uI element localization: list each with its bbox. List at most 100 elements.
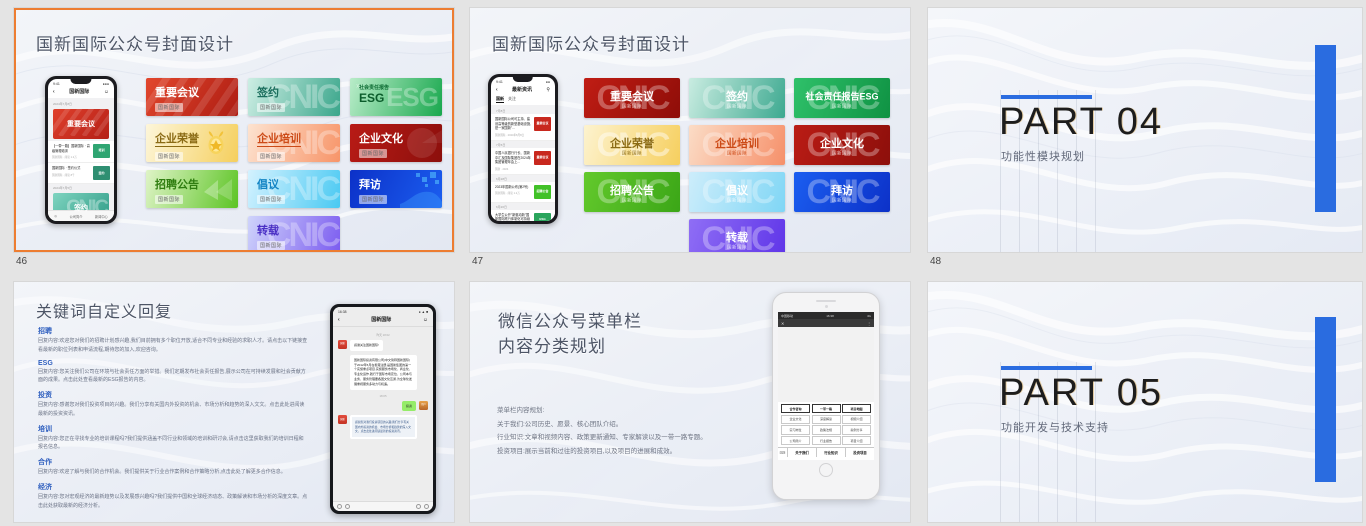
menu-icon[interactable] [345,504,350,509]
cover-card-signing[interactable]: CNIC 签约 国新国际 [689,78,785,118]
cover-card-initiative[interactable]: CNIC 倡议 国新国际 [689,172,785,212]
menu-tab-projects[interactable]: 投资项目 [845,448,874,458]
news-thumbnail: 重要会议 [534,117,551,131]
cover-card-training[interactable]: CNIC 企业培训 国新国际 [248,124,340,162]
slide-thumbnail-47[interactable]: 国新国际公众号封面设计 9:41 ●● ‹ 最新资讯 ⚲ 国新 关注 7月8日 … [470,8,910,267]
keyword-list: 招聘 回复内容:欢迎您对我们的招聘计划感兴趣,我们目前拥有多个职位开放,适合不同… [38,326,308,515]
part-subtitle: 功能性模块规划 [1001,151,1085,163]
menu-tab-about[interactable]: 关于我们 [787,448,816,458]
news-date: 7月5日 [496,142,506,147]
news-list-item[interactable]: 中国人民银行行长、国新中汇及国际集团在2024年集团管理年会上... 国新 · … [491,147,555,175]
menu-item[interactable]: 视频介绍 [842,414,871,424]
card-title: 签约 [257,87,279,99]
carrier-label: 中国移动 [781,313,794,318]
phone-notch [70,79,92,84]
cover-card-repost[interactable]: CNIC 转载 国新国际 [689,219,785,252]
card-subtitle: 国新国际 [727,103,747,109]
cover-card-visit[interactable]: CNIC 拜访 国新国际 [794,172,890,212]
cover-card-culture[interactable]: 企业文化 国新国际 [350,124,442,162]
news-list-item[interactable]: 国新国际 · 签约仪式 国新国际 · 阅读 8千 签约 [48,163,114,185]
cover-card-esg[interactable]: CNIC 社会责任报告ESG 国新国际 [794,78,890,118]
cover-card-meeting[interactable]: 重要会议 国新国际 [146,78,238,116]
back-icon[interactable]: ‹ [53,89,55,95]
menu-item[interactable]: 案例分享 [842,425,871,435]
news-date: 6月28日 [496,176,508,181]
phone-notch [512,77,534,82]
card-title: 转载 [726,231,748,244]
emoji-icon[interactable] [416,504,421,509]
keyword-heading: ESG [38,359,53,367]
plus-icon[interactable] [424,504,429,509]
card-title: 招聘公告 [610,184,654,197]
avatar: 国新 [338,415,347,425]
menu-panel: 合作咨询 一带一路 项目地图 企业文化 深度解读 视频介绍 实习岗位 政策法规 … [778,402,874,446]
profile-icon[interactable]: ☺ [104,89,109,95]
menu-item[interactable]: 行业报告 [811,436,841,446]
chat-input-bar[interactable] [333,501,433,511]
nav-title: 最新资讯 [511,87,532,93]
close-icon[interactable]: ✕ [781,321,784,326]
cover-card-grid: CNIC 重要会议 国新国际 CNIC 签约 国新国际 CNIC 社会责任报告E… [584,78,894,252]
news-date: 2024年7月5日 [53,186,73,191]
cover-card-honor[interactable]: CNIC 企业荣誉 国新国际 [584,125,680,165]
back-icon[interactable]: ‹ [338,317,340,323]
hero-card-meeting[interactable]: 重要会议 [53,109,109,139]
body-line: 投资项目:展示当前和过往的投资项目,以及项目的进展和成效。 [497,447,677,455]
cover-card-signing[interactable]: CNIC 签约 国新国际 [248,78,340,116]
avatar: 用户 [419,400,428,410]
back-icon[interactable]: ‹ [496,87,498,93]
card-subtitle: 国新国际 [257,152,286,161]
cover-card-training[interactable]: CNIC 企业培训 国新国际 [689,125,785,165]
menu-item[interactable]: 合作咨询 [781,404,810,414]
cover-card-culture[interactable]: CNIC 企业文化 国新国际 [794,125,890,165]
phone-tab-row: 国新 关注 [491,96,555,105]
cover-card-meeting[interactable]: CNIC 重要会议 国新国际 [584,78,680,118]
slide-thumbnail-51[interactable]: PART 05 功能开发与技术支持 [928,282,1362,522]
news-meta: 国新 · 2024 [495,167,509,171]
keyword-heading: 合作 [38,459,52,466]
menu-item[interactable]: 项目地图 [842,404,871,414]
home-button[interactable] [819,463,833,477]
tab-news[interactable]: 新闻中心 [95,214,108,219]
phone-mockup: 9:41 ●● ‹ 最新资讯 ⚲ 国新 关注 7月8日 国新国际公司可主持、建设… [488,74,558,224]
news-thumbnail: 培训 [93,144,110,158]
keyword-body: 回复内容:欢迎您对我们的招聘计划感兴趣,我们目前拥有多个职位开放,适合不同专业和… [38,338,308,353]
slide-thumbnail-48[interactable]: PART 04 功能性模块规划 48 [928,8,1362,267]
menu-item[interactable]: 项目介绍 [842,436,871,446]
menu-item[interactable]: 企业文化 [781,414,810,424]
news-meta: 国新国际 · 阅读 8千 [52,173,75,177]
voice-icon[interactable] [337,504,342,509]
cover-card-recruit[interactable]: 招聘公告 国新国际 [146,170,238,208]
tab-latest[interactable]: 国新 [496,96,504,103]
news-list-item[interactable]: 国新国际公司可主持、建设高等级的新型基础设施,是一家国新"... 国新国际 · … [491,114,555,141]
keyboard-icon[interactable]: ⌨ [778,450,787,455]
cover-card-esg[interactable]: ESG » 社会责任报告 ESG [350,78,442,116]
menu-item[interactable]: 深度解读 [811,414,841,424]
cover-card-honor[interactable]: 企业荣誉 国新国际 [146,124,238,162]
search-icon[interactable]: ⚲ [546,87,550,93]
card-subtitle: 国新国际 [622,197,642,203]
tab-follow[interactable]: 关注 [508,96,516,103]
profile-icon[interactable]: ☺ [423,317,428,323]
menu-tab-knowledge[interactable]: 行业知识 [816,448,845,458]
tab-icon[interactable]: ◎ [54,214,57,218]
news-list-item[interactable]: 2023年国新公布(第2号) 国新国际 · 阅读 1.2万 招聘公告 [491,181,555,203]
news-list-item[interactable]: 【一带一路】国新国际 · 高级管理培训 国新国际 · 阅读 1.2万 培训 [48,141,114,164]
slide-thumbnail-50[interactable]: 微信公众号菜单栏 内容分类规划 菜单栏内容规划: 关于我们:公司历史、愿景、核心… [470,282,910,522]
slide-thumbnail-49[interactable]: 关键词自定义回复 招聘 回复内容:欢迎您对我们的招聘计划感兴趣,我们目前拥有多个… [14,282,454,522]
avatar: 国新 [338,340,347,349]
menu-item[interactable]: 实习岗位 [781,425,810,435]
menu-item[interactable]: 公司简介 [781,436,810,446]
menu-item[interactable]: 一带一路 [811,404,841,414]
iphone-title-bar: ✕ ⋮ [778,319,874,327]
chat-timestamp: 昨天 18:02 [376,333,390,337]
cover-card-visit[interactable]: 拜访 国新国际 [350,170,442,208]
slide-thumbnail-46[interactable]: 国新国际公众号封面设计 9:41 ●●● ‹ 国新国际 ☺ 2024年7月8日 … [14,8,454,267]
menu-item[interactable]: 政策法规 [811,425,841,435]
cover-card-repost[interactable]: CNIC 转载 国新国际 [248,216,340,252]
tab-company[interactable]: 公司简介 [70,214,83,219]
more-icon[interactable]: ⋮ [867,321,871,326]
cover-card-recruit[interactable]: CNIC 招聘公告 国新国际 [584,172,680,212]
cover-card-initiative[interactable]: CNIC 倡议 国新国际 [248,170,340,208]
news-list-item[interactable]: 大学生公开"新驱动新"国新国际践行体制化可持续发展 国新国际 · 阅读 ESG [491,209,555,221]
